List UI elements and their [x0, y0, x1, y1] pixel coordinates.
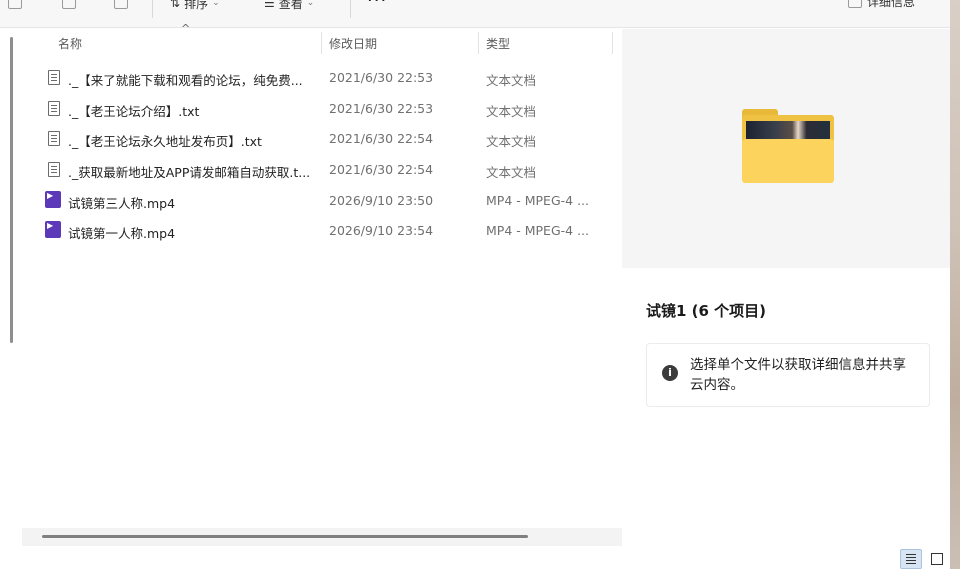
- file-row[interactable]: ._【老王论坛介绍】.txt 2021/6/30 22:53 文本文档: [22, 93, 622, 124]
- details-pane-toggle[interactable]: 详细信息: [848, 0, 915, 10]
- file-row[interactable]: ▶ 试镜第三人称.mp4 2026/9/10 23:50 MP4 - MPEG-…: [22, 185, 622, 216]
- tiles-view-button[interactable]: [926, 549, 948, 569]
- file-date: 2026/9/10 23:50: [329, 193, 434, 208]
- cut-icon: [8, 0, 22, 9]
- file-name: ._【来了就能下载和观看的论坛，纯免费...: [68, 73, 303, 88]
- info-icon: i: [662, 365, 678, 381]
- chevron-down-icon: ⌄: [212, 0, 220, 8]
- file-date: 2021/6/30 22:54: [329, 131, 434, 146]
- column-header-type[interactable]: 类型: [486, 35, 510, 52]
- preview-area: [622, 29, 950, 268]
- text-file-icon: [48, 70, 60, 85]
- file-date: 2021/6/30 22:53: [329, 70, 434, 85]
- file-type: MP4 - MPEG-4 ...: [486, 223, 589, 238]
- file-date: 2026/9/10 23:54: [329, 223, 434, 238]
- text-file-icon: [48, 101, 60, 116]
- copy-icon: [62, 0, 76, 9]
- video-file-icon: ▶: [45, 191, 61, 208]
- text-file-icon: [48, 162, 60, 177]
- horizontal-scrollbar-thumb[interactable]: [42, 535, 528, 538]
- column-header-date[interactable]: 修改日期: [329, 35, 377, 52]
- file-name: ._【老王论坛介绍】.txt: [68, 104, 200, 119]
- command-bar: ⇅ 排序 ⌄ ☰ 查看 ⌄ ··· 详细信息: [0, 0, 960, 28]
- file-type: 文本文档: [486, 165, 537, 180]
- file-type: 文本文档: [486, 73, 537, 88]
- file-date: 2021/6/30 22:54: [329, 162, 434, 177]
- copy-button[interactable]: [62, 0, 76, 13]
- file-row[interactable]: ▶ 试镜第一人称.mp4 2026/9/10 23:54 MP4 - MPEG-…: [22, 215, 622, 246]
- file-type: 文本文档: [486, 104, 537, 119]
- sort-label: 排序: [184, 0, 209, 11]
- toolbar-divider: [152, 0, 153, 18]
- info-card: i 选择单个文件以获取详细信息并共享云内容。: [646, 343, 930, 407]
- file-name: ._获取最新地址及APP请发邮箱自动获取.t...: [68, 165, 311, 180]
- details-pane-icon: [848, 0, 862, 8]
- cut-button[interactable]: [8, 0, 22, 13]
- file-type: MP4 - MPEG-4 ...: [486, 193, 589, 208]
- file-row[interactable]: ._【来了就能下载和观看的论坛，纯免费... 2021/6/30 22:53 文…: [22, 62, 622, 93]
- file-date: 2021/6/30 22:53: [329, 101, 434, 116]
- delete-button[interactable]: [114, 0, 128, 13]
- folder-title: 试镜1 (6 个项目): [646, 302, 767, 320]
- view-icon: ☰: [264, 0, 275, 10]
- file-name: ._【老王论坛永久地址发布页】.txt: [68, 134, 262, 149]
- column-divider[interactable]: [321, 32, 322, 54]
- text-file-icon: [48, 131, 60, 146]
- more-options-button[interactable]: ···: [367, 0, 387, 11]
- details-pane: 试镜1 (6 个项目) i 选择单个文件以获取详细信息并共享云内容。: [622, 29, 950, 547]
- file-row[interactable]: ._【老王论坛永久地址发布页】.txt 2021/6/30 22:54 文本文档: [22, 123, 622, 154]
- status-bar: [0, 547, 950, 569]
- chevron-down-icon: ⌄: [306, 0, 315, 8]
- file-name: 试镜第一人称.mp4: [68, 226, 176, 241]
- folder-icon: [742, 109, 834, 183]
- file-list-pane: ^ 名称 修改日期 类型 ._【来了就能下载和观看的论坛，纯免费... 2021…: [22, 22, 622, 547]
- toolbar-divider: [350, 0, 351, 18]
- sort-icon: ⇅: [170, 0, 181, 10]
- file-name: 试镜第三人称.mp4: [68, 196, 176, 211]
- column-divider[interactable]: [612, 32, 613, 54]
- column-divider[interactable]: [478, 32, 479, 54]
- details-body: 试镜1 (6 个项目) i 选择单个文件以获取详细信息并共享云内容。: [622, 268, 950, 547]
- details-view-button[interactable]: [900, 549, 922, 569]
- info-text: 选择单个文件以获取详细信息并共享云内容。: [690, 357, 906, 393]
- file-row[interactable]: ._获取最新地址及APP请发邮箱自动获取.t... 2021/6/30 22:5…: [22, 154, 622, 185]
- sort-button[interactable]: ⇅ 排序 ⌄: [170, 0, 220, 13]
- view-button[interactable]: ☰ 查看 ⌄: [264, 0, 314, 13]
- video-file-icon: ▶: [45, 221, 61, 238]
- details-toggle-label: 详细信息: [867, 0, 916, 9]
- view-label: 查看: [278, 0, 303, 11]
- navigation-scrollbar[interactable]: [10, 37, 13, 343]
- desktop-background-edge: [950, 0, 960, 569]
- delete-icon: [114, 0, 128, 9]
- sort-ascending-icon: ^: [181, 22, 191, 35]
- column-header-name[interactable]: 名称: [58, 35, 82, 52]
- file-type: 文本文档: [486, 134, 537, 149]
- column-header: ^ 名称 修改日期 类型: [22, 22, 622, 57]
